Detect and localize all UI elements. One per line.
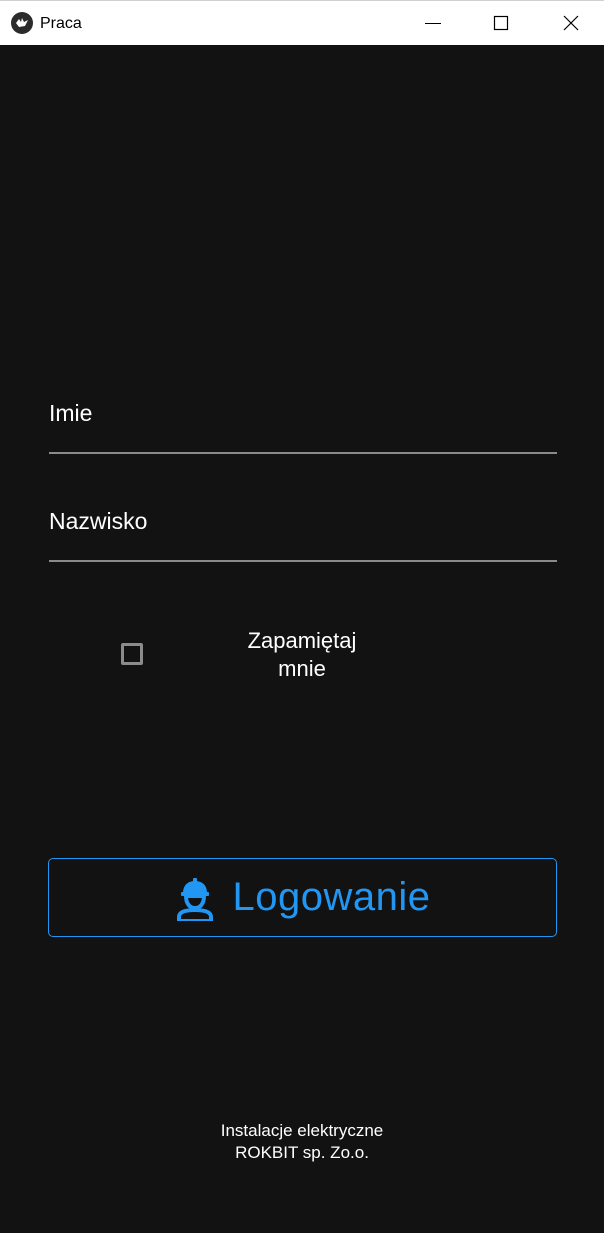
first-name-input[interactable]	[49, 394, 561, 454]
title-bar: Praca	[0, 0, 604, 45]
minimize-icon	[425, 23, 441, 24]
minimize-button[interactable]	[398, 1, 468, 46]
worker-icon	[176, 877, 213, 921]
last-name-input[interactable]	[49, 502, 561, 562]
login-button-label: Logowanie	[232, 875, 431, 919]
first-name-field[interactable]: Imie	[49, 394, 561, 454]
app-window: Praca Imie Nazwisko Zapamiętaj mnie Logo…	[0, 0, 604, 1233]
close-icon	[563, 15, 579, 31]
remember-me-checkbox[interactable]	[121, 643, 143, 665]
login-button[interactable]: Logowanie	[48, 858, 557, 937]
kivy-logo-icon	[11, 12, 33, 34]
remember-me-label: Zapamiętaj mnie	[202, 627, 402, 683]
remember-me-label-line1: Zapamiętaj	[247, 628, 357, 653]
remember-me-label-line2: mnie	[278, 656, 326, 681]
footer-line1: Instalacje elektryczne	[220, 1121, 384, 1140]
footer-line2: ROKBIT sp. Zo.o.	[235, 1143, 369, 1162]
maximize-button[interactable]	[466, 1, 536, 46]
maximize-icon	[493, 15, 509, 31]
footer-company-info: Instalacje elektryczne ROKBIT sp. Zo.o.	[0, 1120, 604, 1164]
close-button[interactable]	[536, 1, 604, 46]
window-title: Praca	[40, 15, 82, 32]
last-name-field[interactable]: Nazwisko	[49, 502, 561, 562]
